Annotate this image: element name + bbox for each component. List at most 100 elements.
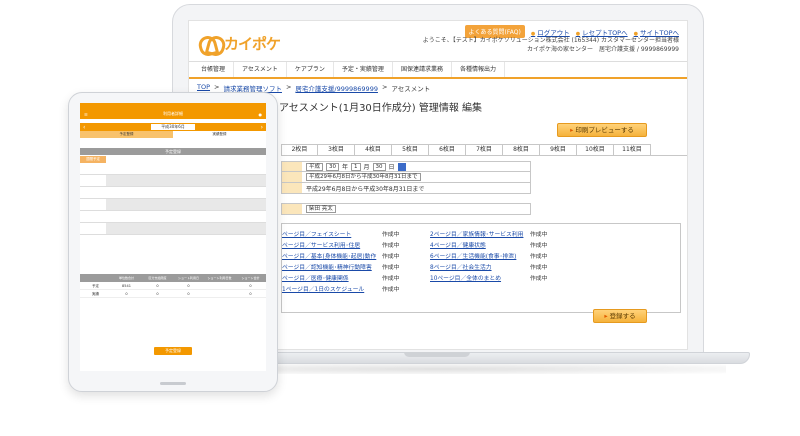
table-row xyxy=(80,163,266,175)
summary-row: 実績 0 0 0 0 xyxy=(80,290,266,298)
year-select[interactable]: 30 xyxy=(326,162,340,171)
summary-row: 予定 8541 0 0 0 xyxy=(80,282,266,290)
day-select[interactable]: 30 xyxy=(372,162,386,171)
logo-text: カイポケ xyxy=(224,35,281,53)
nav-billing[interactable]: 国保連請求業務 xyxy=(393,62,452,77)
page-status: 作成中 xyxy=(382,276,400,282)
tab-schedule[interactable]: 予定登録 xyxy=(80,131,173,138)
page-link[interactable]: ページ目／医療･健康関係 xyxy=(282,273,382,282)
list-item: ページ目／フェイスシート 作成中 2ページ目／家族情報･サービス利用 作成中 xyxy=(282,228,680,239)
staff-select[interactable]: 柴田 亮太 xyxy=(306,205,336,213)
period-text: 平成29年6月8日から平成30年8月31日まで xyxy=(306,185,425,193)
page-link[interactable]: ページ目／認知機能･精神行動障害 xyxy=(282,262,382,271)
day-unit: 日 xyxy=(388,164,395,171)
tablet-section-header: 予定登録 xyxy=(80,148,266,155)
calendar-icon[interactable] xyxy=(397,162,406,171)
site-header: カイポケ よくある質問(FAQ) ログアウト レセプトTOPへ サイトTOPへ … xyxy=(189,21,687,61)
date-label-cell xyxy=(282,162,302,171)
page-link[interactable]: ページ目／フェイスシート xyxy=(282,229,382,238)
staff-label-cell xyxy=(282,204,302,214)
tablet-subtabs: 予定登録 実績登録 xyxy=(80,131,266,138)
period-select[interactable]: 平成29年6月8日から平成30年8月31日まで xyxy=(306,173,421,181)
period-text-label-cell xyxy=(282,183,302,193)
page-status: 作成中 xyxy=(530,276,548,282)
laptop-notch xyxy=(404,352,470,357)
page-status: 作成中 xyxy=(382,243,400,249)
page-status: 作成中 xyxy=(530,232,548,238)
nav-assessment[interactable]: アセスメント xyxy=(234,62,287,77)
page-status: 作成中 xyxy=(530,243,548,249)
period-label-cell xyxy=(282,172,302,182)
tab-divider xyxy=(281,155,687,156)
tablet-date-select[interactable]: 平成30年6月 xyxy=(151,124,195,130)
tablet-schedule-grid: 週間予定 xyxy=(80,156,266,266)
staff-row: 柴田 亮太 xyxy=(281,203,531,215)
list-item: ページ目／認知機能･精神行動障害 作成中 8ページ目／社会生活力 作成中 xyxy=(282,261,680,272)
page-status: 作成中 xyxy=(530,265,548,271)
welcome-line-1: ようこそ、【テスト】カイポケソリューション株式会社 (165344) カスタマー… xyxy=(422,37,679,44)
tablet-date-bar: ‹ 平成30年6月 › xyxy=(80,123,266,131)
chevron-left-icon[interactable]: ‹ xyxy=(83,124,85,131)
table-row xyxy=(80,211,266,223)
site-top-link[interactable]: サイトTOPへ xyxy=(634,27,679,37)
list-item: ページ目／基本(身体機能･起居)動作 作成中 6ページ目／生活機能(食事･排泄)… xyxy=(282,250,680,261)
era-select[interactable]: 平成 xyxy=(306,162,324,171)
nav-ledger[interactable]: 台帳管理 xyxy=(193,62,235,77)
tablet-title: 利用者詳細 xyxy=(163,111,184,116)
year-unit: 年 xyxy=(342,164,349,171)
page-status: 作成中 xyxy=(382,287,400,293)
grid-column-header: 週間予定 xyxy=(80,156,106,163)
heart-logo-icon xyxy=(199,36,221,52)
table-row xyxy=(80,187,266,199)
page-status: 作成中 xyxy=(530,254,548,260)
page-link[interactable]: 6ページ目／生活機能(食事･排泄) xyxy=(430,251,530,260)
logout-link[interactable]: ログアウト xyxy=(531,27,570,37)
nav-schedule[interactable]: 予定・実績管理 xyxy=(334,62,393,77)
list-item: 1ページ目／1日のスケジュール 作成中 xyxy=(282,283,680,294)
date-form: 平成 30 年 1 月 30 日 平成29年6月8日から平成30年8月31日まで… xyxy=(281,161,531,194)
month-select[interactable]: 1 xyxy=(351,162,361,171)
month-unit: 月 xyxy=(363,164,370,171)
list-item: ページ目／医療･健康関係 作成中 10ページ目／全体のまとめ 作成中 xyxy=(282,272,680,283)
register-button[interactable]: 登録する xyxy=(593,309,647,323)
page-status: 作成中 xyxy=(382,265,400,271)
menu-icon[interactable]: ☰ xyxy=(84,112,88,117)
table-row xyxy=(80,223,266,235)
period-select-row: 平成29年6月8日から平成30年8月31日まで xyxy=(281,172,531,183)
page-status: 作成中 xyxy=(382,232,400,238)
chevron-right-icon[interactable]: › xyxy=(261,124,263,131)
period-text-row: 平成29年6月8日から平成30年8月31日まで xyxy=(281,183,531,194)
tablet-topbar: ☰ 利用者詳細 ● xyxy=(80,109,266,119)
list-item: ページ目／サービス利用･住居 作成中 4ページ目／健康状態 作成中 xyxy=(282,239,680,250)
main-nav: 台帳管理 アセスメント ケアプラン 予定・実績管理 国保連請求業務 各種情報出力 xyxy=(189,61,687,79)
page-link[interactable]: 8ページ目／社会生活力 xyxy=(430,262,530,271)
page-link[interactable]: 4ページ目／健康状態 xyxy=(430,240,530,249)
welcome-text: ようこそ、【テスト】カイポケソリューション株式会社 (165344) カスタマー… xyxy=(423,36,679,54)
tablet-summary: 単位数合計 区分支給限度 ショート利用日 ショート利用日数 ショート合計 予定 … xyxy=(80,274,266,298)
tablet-schedule-button[interactable]: 予定登録 xyxy=(154,347,192,355)
breadcrumb-office[interactable]: 居宅介護支援/9999869999 xyxy=(295,83,378,93)
date-row: 平成 30 年 1 月 30 日 xyxy=(281,161,531,172)
tablet-screen: ☰ 利用者詳細 ● ‹ 平成30年6月 › 予定登録 実績登録 予定登録 週間予… xyxy=(80,103,266,371)
tab-actual[interactable]: 実績登録 xyxy=(173,131,266,138)
print-preview-button[interactable]: 印刷プレビューする xyxy=(557,123,647,137)
logo[interactable]: カイポケ xyxy=(199,33,281,54)
assessment-pages: ページ目／フェイスシート 作成中 2ページ目／家族情報･サービス利用 作成中 ペ… xyxy=(281,223,681,313)
page-title: アセスメント(1月30日作成分) 管理情報 編集 xyxy=(279,103,483,114)
page-link[interactable]: 10ページ目／全体のまとめ xyxy=(430,273,530,282)
user-icon[interactable]: ● xyxy=(259,112,263,117)
page-link[interactable]: 1ページ目／1日のスケジュール xyxy=(282,284,382,293)
summary-header: 単位数合計 区分支給限度 ショート利用日 ショート利用日数 ショート合計 xyxy=(80,274,266,282)
table-row xyxy=(80,199,266,211)
tablet-home-indicator xyxy=(160,382,186,385)
welcome-line-2: カイポケ海の家センター 居宅介護支援 / 9999869999 xyxy=(526,46,679,53)
page-link[interactable]: ページ目／基本(身体機能･起居)動作 xyxy=(282,251,382,260)
table-row xyxy=(80,175,266,187)
receipt-top-link[interactable]: レセプトTOPへ xyxy=(576,27,628,37)
nav-output[interactable]: 各種情報出力 xyxy=(452,62,505,77)
nav-careplan[interactable]: ケアプラン xyxy=(287,62,334,77)
page-link[interactable]: ページ目／サービス利用･住居 xyxy=(282,240,382,249)
page-link[interactable]: 2ページ目／家族情報･サービス利用 xyxy=(430,229,530,238)
page-status: 作成中 xyxy=(382,254,400,260)
breadcrumb-current: アセスメント xyxy=(391,85,431,93)
